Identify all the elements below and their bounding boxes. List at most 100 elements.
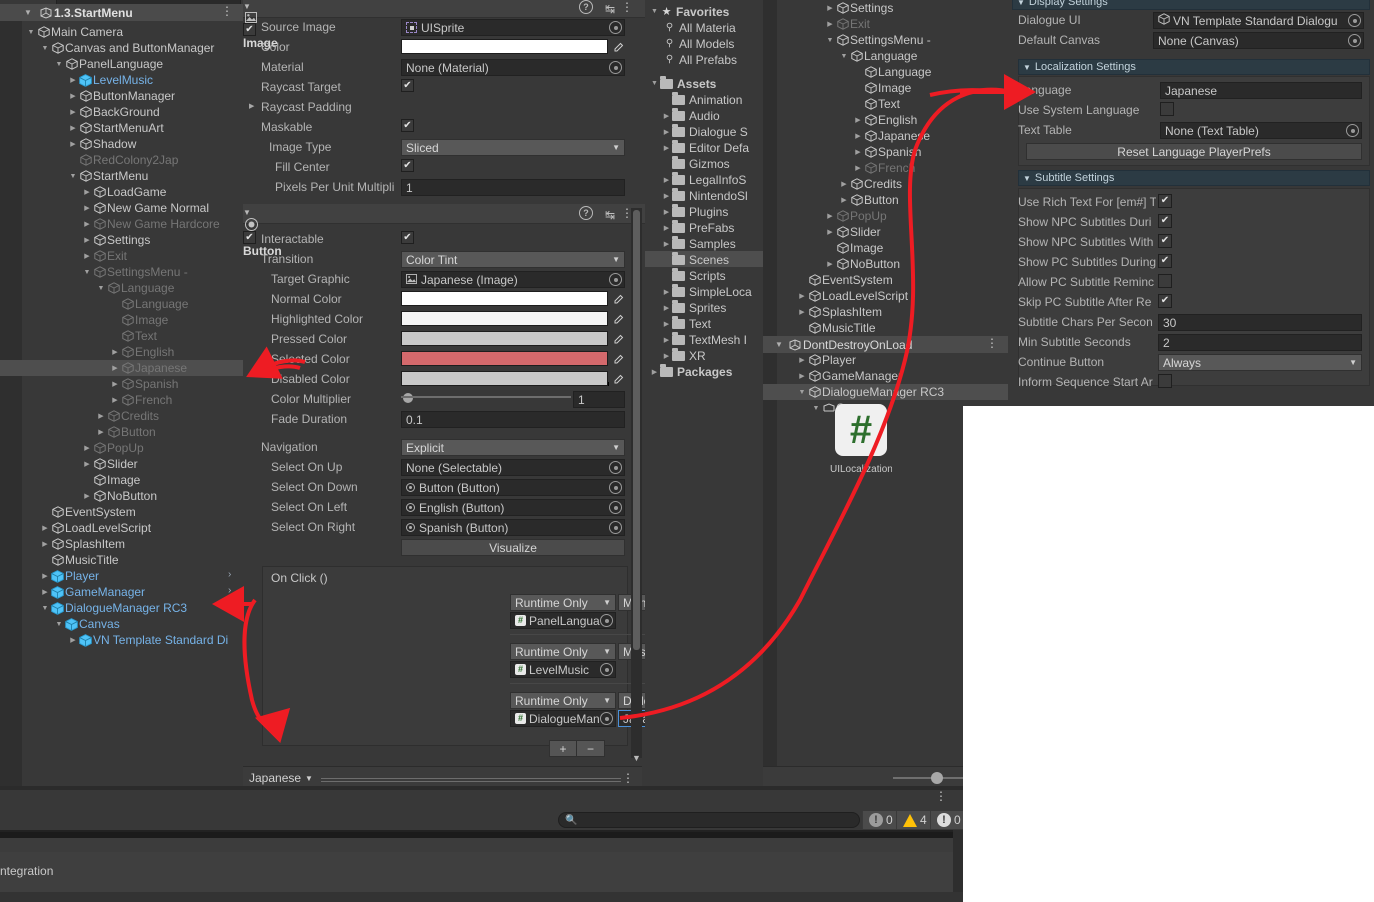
project-folder-simpleloca[interactable]: ▶ SimpleLoca <box>661 283 752 300</box>
hierarchy2-item-player[interactable]: ▶ Player <box>797 352 856 368</box>
display-settings-header[interactable]: ▼ Display Settings <box>1012 0 1370 10</box>
project-favorite-all-prefabs[interactable]: ⚲ All Prefabs <box>663 51 737 68</box>
chevron-right-icon[interactable]: ▶ <box>661 224 672 232</box>
project-favorites-root[interactable]: ▼ ★ Favorites <box>649 3 729 20</box>
eyedropper-icon[interactable] <box>611 371 627 387</box>
object-field-default-canvas[interactable]: None (Canvas) <box>1153 32 1364 49</box>
project-folder-prefabs[interactable]: ▶ PreFabs <box>661 219 734 236</box>
chevron-right-icon[interactable]: ▶ <box>661 192 672 200</box>
chevron-down-icon[interactable]: ▼ <box>243 2 251 11</box>
chevron-right-icon[interactable]: ▶ <box>797 308 807 316</box>
chevron-down-icon[interactable]: ▼ <box>825 37 835 44</box>
chevron-down-icon[interactable]: ▼ <box>612 255 620 264</box>
prefab-open-chevron-icon[interactable]: › <box>228 585 231 596</box>
hierarchy-item-vn-template-standard-di[interactable]: ▶ VN Template Standard Di <box>68 632 228 648</box>
hierarchy2-item-button[interactable]: ▶ Button <box>839 192 898 208</box>
chevron-right-icon[interactable]: ▶ <box>110 380 120 388</box>
eyedropper-icon[interactable] <box>611 311 627 327</box>
chevron-right-icon[interactable]: ▶ <box>82 492 92 500</box>
chevron-down-icon[interactable]: ▼ <box>603 696 611 705</box>
chevron-right-icon[interactable]: ▶ <box>825 228 835 236</box>
asset-tile[interactable]: # UILocalization... <box>830 404 892 484</box>
onclick-mode-dropdown[interactable]: Runtime Only ▼ <box>510 594 616 611</box>
hierarchy-item-slider[interactable]: ▶ Slider <box>82 456 137 472</box>
chevron-right-icon[interactable]: ▶ <box>661 176 672 184</box>
chevron-right-icon[interactable]: ▶ <box>825 4 835 12</box>
hierarchy-item-main-camera[interactable]: ▼ Main Camera <box>26 24 124 40</box>
project-packages-root[interactable]: ▶ Packages <box>649 363 732 380</box>
text-field-language[interactable]: Japanese <box>1160 82 1362 99</box>
chevron-right-icon[interactable]: ▶ <box>661 304 672 312</box>
chevron-right-icon[interactable]: ▶ <box>661 336 672 344</box>
button-component-header[interactable]: ▼ Button ? ↹ ⋮ <box>243 204 645 258</box>
checkbox-maskable[interactable] <box>401 119 414 132</box>
help-icon[interactable]: ? <box>579 206 593 220</box>
chevron-right-icon[interactable]: ▶ <box>649 368 660 376</box>
project-folder-sprites[interactable]: ▶ Sprites <box>661 299 726 316</box>
chevron-down-icon[interactable]: ▼ <box>612 143 620 152</box>
eyedropper-icon[interactable] <box>611 331 627 347</box>
hierarchy2-item-splashitem[interactable]: ▶ SplashItem <box>797 304 882 320</box>
text-field-pixels-per-unit-multipli[interactable]: 1 <box>401 179 625 196</box>
hierarchy-item-settings[interactable]: ▶ Settings <box>82 232 150 248</box>
chevron-right-icon[interactable]: ▶ <box>40 572 50 580</box>
object-picker-icon[interactable] <box>600 614 613 627</box>
chevron-right-icon[interactable]: ▶ <box>825 20 835 28</box>
chevron-right-icon[interactable]: ▶ <box>68 92 78 100</box>
hierarchy-item-gamemanager[interactable]: ▶ GameManager <box>40 584 145 600</box>
chevron-right-icon[interactable]: ▶ <box>110 396 120 404</box>
chevron-down-icon[interactable]: ▼ <box>305 774 313 783</box>
chevron-down-icon[interactable]: ▼ <box>649 8 660 15</box>
checkbox-show-npc-subtitles-with[interactable] <box>1158 234 1172 248</box>
hierarchy2-item-image[interactable]: Image <box>853 80 911 96</box>
hierarchy-item-language[interactable]: Language <box>110 296 188 312</box>
chevron-down-icon[interactable]: ▼ <box>603 598 611 607</box>
console-message-body[interactable]: ntegration <box>0 852 953 892</box>
project-folder-gizmos[interactable]: Gizmos <box>661 155 730 172</box>
checkbox-use-rich-text-for-em-t[interactable] <box>1158 194 1172 208</box>
object-field-material[interactable]: None (Material) <box>401 59 625 76</box>
chevron-down-icon[interactable]: ▼ <box>26 29 36 36</box>
hierarchy2-item-japanese[interactable]: ▶ Japanese <box>853 128 930 144</box>
chevron-down-icon[interactable]: ▼ <box>603 647 611 656</box>
chevron-down-icon[interactable]: ▼ <box>40 605 50 612</box>
hierarchy2-item-language[interactable]: ▼ Language <box>839 48 918 64</box>
eyedropper-icon[interactable] <box>611 351 627 367</box>
chevron-down-icon[interactable]: ▼ <box>839 53 849 60</box>
zoom-slider-handle[interactable] <box>931 772 943 784</box>
slider-color-multiplier[interactable] <box>401 396 571 398</box>
text-field-fade-duration[interactable]: 0.1 <box>401 411 625 428</box>
hierarchy2-item-language[interactable]: Language <box>853 64 931 80</box>
on-click-remove-button[interactable]: − <box>577 740 605 757</box>
chevron-right-icon[interactable]: ▶ <box>68 76 78 84</box>
scroll-down-icon[interactable]: ▼ <box>632 753 641 763</box>
chevron-right-icon[interactable]: ▶ <box>40 540 50 548</box>
chevron-right-icon[interactable]: ▶ <box>661 288 672 296</box>
project-folder-animation[interactable]: Animation <box>661 91 742 108</box>
prefab-open-chevron-icon[interactable]: › <box>228 569 231 580</box>
chevron-down-icon[interactable]: ▼ <box>24 8 38 17</box>
project-favorite-all-materia[interactable]: ⚲ All Materia <box>663 19 736 36</box>
project-folder-dialogue-s[interactable]: ▶ Dialogue S <box>661 123 748 140</box>
hierarchy-item-exit[interactable]: ▶ Exit <box>82 248 127 264</box>
hierarchy-item-splashitem[interactable]: ▶ SplashItem <box>40 536 125 552</box>
chevron-down-icon[interactable]: ▼ <box>54 61 64 68</box>
hierarchy2-item-image[interactable]: Image <box>825 240 883 256</box>
hierarchy-item-japanese[interactable]: ▶ Japanese <box>110 360 187 376</box>
hierarchy-item-loadgame[interactable]: ▶ LoadGame <box>82 184 166 200</box>
object-picker-icon[interactable] <box>609 501 622 514</box>
preset-icon[interactable]: ↹ <box>605 208 615 222</box>
hierarchy-item-startmenu[interactable]: ▼ StartMenu <box>68 168 149 184</box>
hierarchy-context-menu-icon[interactable]: ⋮ <box>221 5 233 17</box>
object-picker-icon[interactable] <box>609 273 622 286</box>
onclick-object-field[interactable]: # DialogueMan <box>510 710 616 727</box>
color-field-disabled-color[interactable] <box>401 371 608 386</box>
color-field-highlighted-color[interactable] <box>401 311 608 326</box>
chevron-right-icon[interactable]: ▶ <box>839 180 849 188</box>
chevron-down-icon[interactable]: ▼ <box>1023 174 1031 183</box>
hierarchy-item-loadlevelscript[interactable]: ▶ LoadLevelScript <box>40 520 151 536</box>
chevron-down-icon[interactable]: ▼ <box>68 173 78 180</box>
project-folder-editor-defa[interactable]: ▶ Editor Defa <box>661 139 749 156</box>
visualize-button[interactable]: Visualize <box>401 539 625 556</box>
project-assets-root[interactable]: ▼ Assets <box>649 75 716 92</box>
